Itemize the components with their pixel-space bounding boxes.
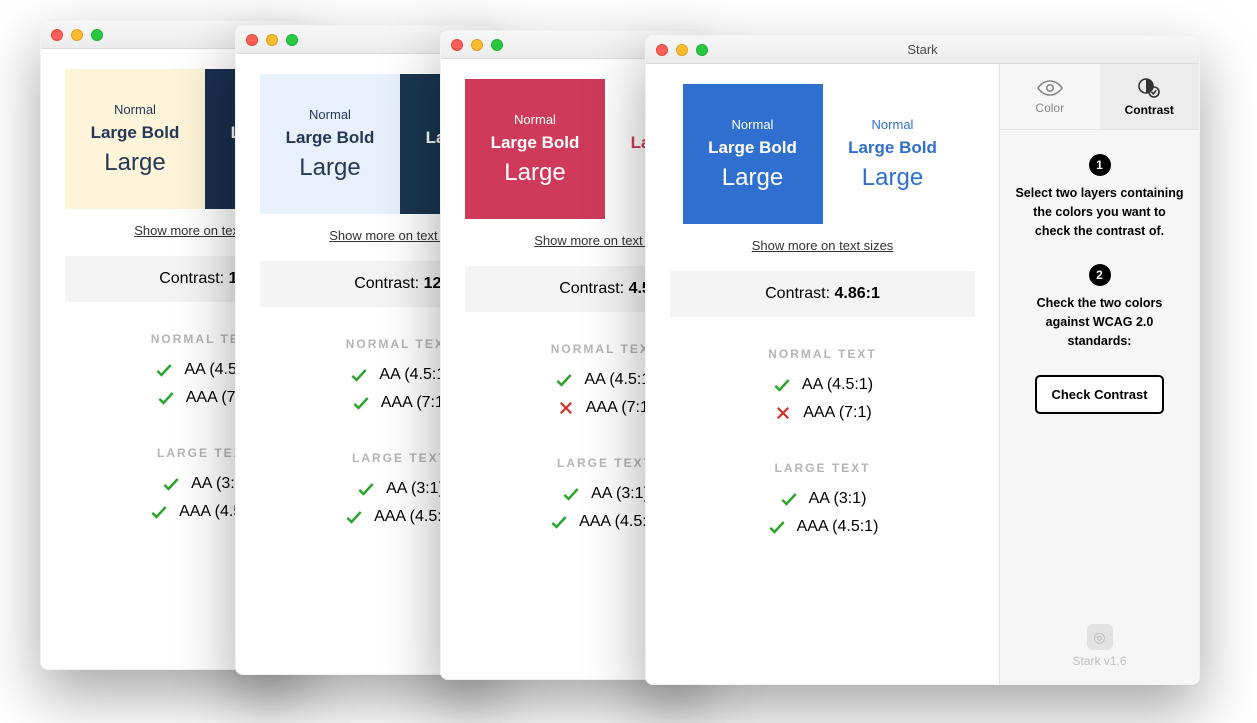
step-text-1: Select two layers containing the colors …: [1014, 184, 1185, 240]
zoom-icon[interactable]: [91, 29, 103, 41]
check-icon: [149, 502, 169, 522]
section-heading-normal: NORMAL TEXT: [670, 347, 975, 361]
swatch-text-normal: Normal: [514, 112, 556, 127]
swatch-text-large: Large: [862, 164, 923, 192]
check-contrast-button[interactable]: Check Contrast: [1035, 375, 1163, 415]
stark-logo-icon: ◎: [1087, 624, 1113, 650]
check-icon: [779, 489, 799, 509]
result-label: AA (3:1): [386, 480, 444, 498]
swatch-text-large: Large: [104, 149, 165, 177]
contrast-label: Contrast:: [159, 270, 224, 287]
swatch-text-normal: Normal: [309, 107, 351, 122]
sidebar-footer: ◎ Stark v1.6: [1000, 612, 1199, 684]
result-row: AAA (4.5:1): [670, 517, 975, 537]
minimize-icon[interactable]: [71, 29, 83, 41]
color-swatch: Normal Large Bold Large: [65, 69, 205, 209]
minimize-icon[interactable]: [266, 34, 278, 46]
color-swatch: Normal Large Bold Large: [465, 79, 605, 219]
sidebar-steps: 1 Select two layers containing the color…: [1000, 130, 1199, 438]
check-icon: [767, 517, 787, 537]
contrast-label: Contrast:: [765, 285, 830, 302]
check-icon: [156, 388, 176, 408]
check-icon: [344, 507, 364, 527]
close-icon[interactable]: [246, 34, 258, 46]
step-text-2: Check the two colors against WCAG 2.0 st…: [1014, 294, 1185, 350]
swatch-text-normal: Normal: [114, 102, 156, 117]
main-pane: Normal Large Bold Large Normal Large Bol…: [646, 64, 999, 684]
swatch-text-large-bold: Large Bold: [491, 133, 580, 153]
result-label: AAA (4.5:1): [797, 518, 879, 536]
check-icon: [561, 484, 581, 504]
swatch-text-large-bold: Large Bold: [91, 123, 180, 143]
tab-color-label: Color: [1035, 101, 1064, 115]
check-icon: [154, 360, 174, 380]
close-icon[interactable]: [51, 29, 63, 41]
check-icon: [161, 474, 181, 494]
result-label: AA (4.5:1): [802, 376, 873, 394]
section-heading-large: LARGE TEXT: [670, 461, 975, 475]
contrast-value: 4.86:1: [835, 285, 880, 302]
window-3: Stark Normal Large Bold Large Normal Lar…: [645, 35, 1200, 685]
tab-contrast[interactable]: Contrast: [1100, 64, 1200, 129]
large-text-section: LARGE TEXT AA (3:1) AAA (4.5:1): [670, 461, 975, 545]
tab-contrast-label: Contrast: [1125, 103, 1174, 117]
zoom-icon[interactable]: [286, 34, 298, 46]
close-icon[interactable]: [451, 39, 463, 51]
show-more-link[interactable]: Show more on text sizes: [752, 238, 894, 253]
check-icon: [554, 370, 574, 390]
zoom-icon[interactable]: [491, 39, 503, 51]
version-label: Stark v1.6: [1000, 654, 1199, 668]
swatch-text-large-bold: Large Bold: [286, 128, 375, 148]
result-label: AA (3:1): [809, 490, 867, 508]
cross-icon: [773, 403, 793, 423]
result-label: AAA (7:1): [381, 394, 449, 412]
check-icon: [356, 479, 376, 499]
check-icon: [772, 375, 792, 395]
contrast-bar: Contrast: 4.86:1: [670, 271, 975, 317]
result-row: AAA (7:1): [670, 403, 975, 423]
swatch-text-large-bold: Large Bold: [848, 138, 937, 158]
step-number-2: 2: [1089, 264, 1111, 286]
contrast-label: Contrast:: [559, 280, 624, 297]
step-number-1: 1: [1089, 154, 1111, 176]
result-row: AA (3:1): [670, 489, 975, 509]
cross-icon: [556, 398, 576, 418]
swatch-text-large-bold: Large Bold: [708, 138, 797, 158]
tab-color[interactable]: Color: [1000, 64, 1100, 129]
window-title: Stark: [646, 42, 1199, 57]
color-swatch: Normal Large Bold Large: [260, 74, 400, 214]
check-icon: [549, 512, 569, 532]
swatch-text-normal: Normal: [872, 117, 914, 132]
sidebar-tabs: Color Contrast: [1000, 64, 1199, 130]
contrast-label: Contrast:: [354, 275, 419, 292]
color-swatch: Normal Large Bold Large: [683, 84, 823, 224]
titlebar[interactable]: Stark: [646, 36, 1199, 64]
result-label: AAA (7:1): [803, 404, 871, 422]
result-label: AA (3:1): [591, 485, 649, 503]
color-swatch: Normal Large Bold Large: [823, 84, 963, 224]
window-controls: [451, 39, 503, 51]
check-icon: [349, 365, 369, 385]
window-controls: [51, 29, 103, 41]
result-label: AAA (7:1): [586, 399, 654, 417]
swatch-text-normal: Normal: [732, 117, 774, 132]
sidebar: Color Contrast 1 Select two layers conta…: [999, 64, 1199, 684]
check-icon: [351, 393, 371, 413]
swatch-text-large: Large: [504, 159, 565, 187]
swatch-pair: Normal Large Bold Large Normal Large Bol…: [683, 84, 963, 224]
minimize-icon[interactable]: [471, 39, 483, 51]
window-controls: [246, 34, 298, 46]
result-row: AA (4.5:1): [670, 375, 975, 395]
normal-text-section: NORMAL TEXT AA (4.5:1) AAA (7:1): [670, 347, 975, 431]
swatch-text-large: Large: [299, 154, 360, 182]
swatch-text-large: Large: [722, 164, 783, 192]
